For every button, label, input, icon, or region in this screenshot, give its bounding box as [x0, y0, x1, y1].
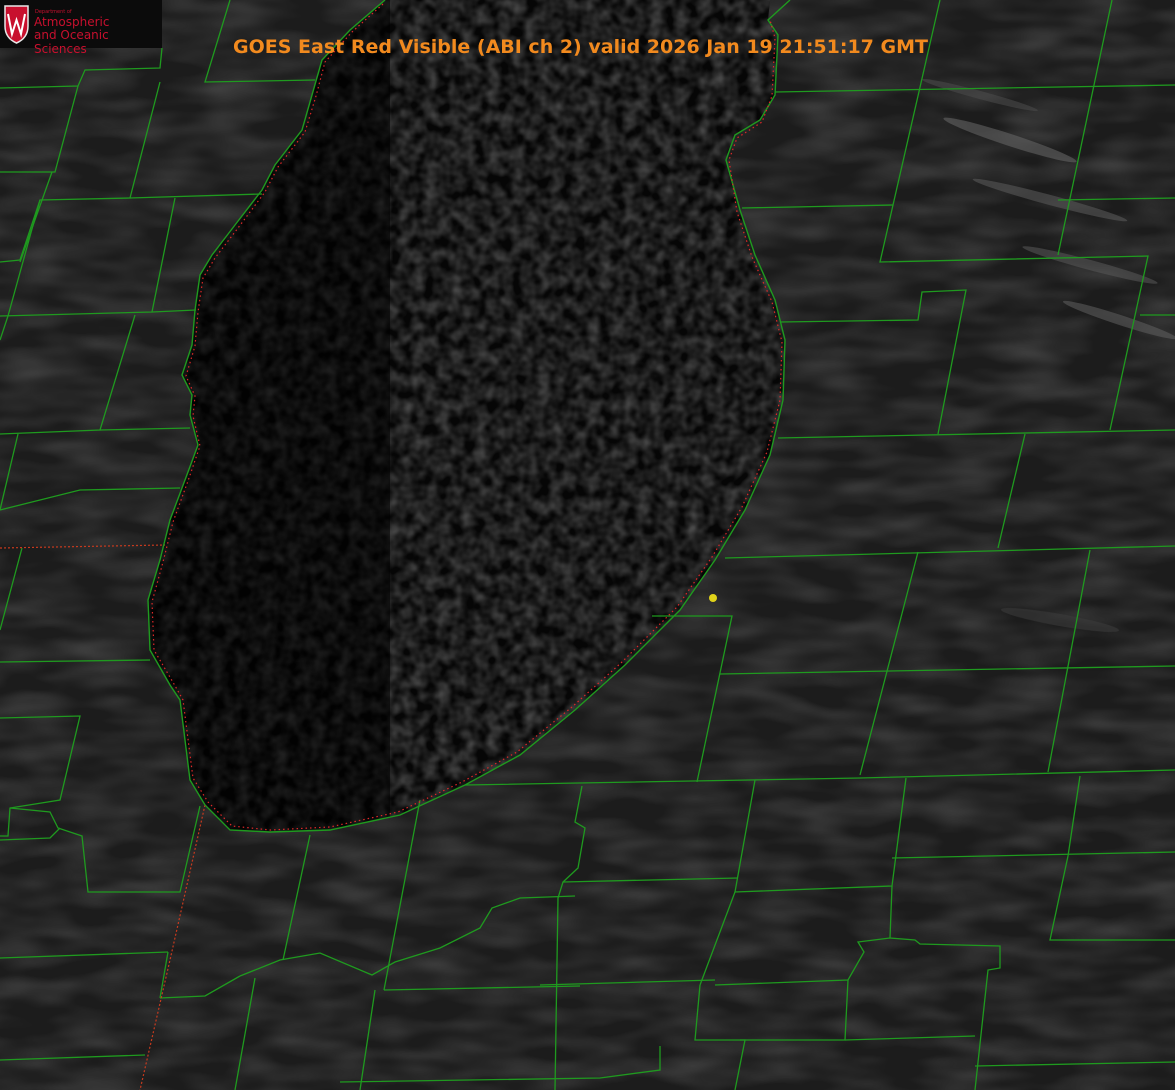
logo-line-1: Atmospheric	[34, 15, 110, 29]
satellite-map[interactable]	[0, 0, 1175, 1090]
uw-aos-logo: Department of Atmospheric and Oceanic Sc…	[0, 0, 162, 56]
uw-shield-icon	[4, 5, 29, 44]
location-marker[interactable]	[709, 594, 717, 602]
map-title: GOES East Red Visible (ABI ch 2) valid 2…	[233, 36, 928, 58]
logo-line-2: and Oceanic Sciences	[34, 28, 109, 56]
